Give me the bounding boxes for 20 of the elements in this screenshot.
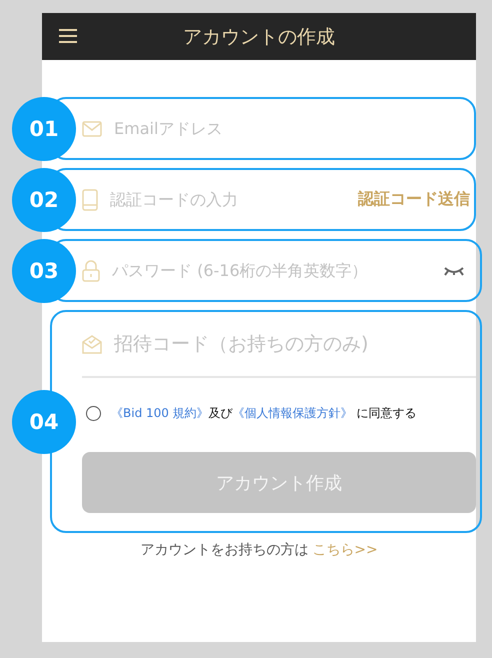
send-code-button[interactable]: 認証コード送信 — [358, 189, 470, 210]
envelope-icon — [82, 120, 102, 136]
invite-code-field[interactable]: 招待コード（お持ちの方のみ) — [112, 332, 476, 356]
step-marker: 04 — [12, 390, 76, 454]
login-link[interactable]: こちら>> — [312, 541, 378, 559]
code-field[interactable]: 認証コードの入力 — [108, 189, 348, 210]
lock-icon — [82, 260, 100, 282]
login-prompt: アカウントをお持ちの方は — [140, 541, 308, 559]
agree-checkbox[interactable] — [86, 406, 101, 421]
page-title: アカウントの作成 — [183, 24, 335, 50]
step-marker: 03 — [12, 238, 76, 302]
closed-eye-icon[interactable] — [444, 266, 464, 276]
menu-icon[interactable] — [59, 28, 77, 44]
policy-link[interactable]: 《個人情報保護方針》 — [232, 406, 353, 420]
phone-icon — [82, 188, 98, 210]
inbox-icon — [82, 334, 102, 354]
step-marker: 01 — [12, 96, 76, 160]
agreement-text: 《Bid 100 規約》及び《個人情報保護方針》 に同意する — [111, 405, 417, 422]
step-marker: 02 — [12, 168, 76, 232]
policy-link[interactable]: 《Bid 100 規約》 — [111, 406, 209, 420]
